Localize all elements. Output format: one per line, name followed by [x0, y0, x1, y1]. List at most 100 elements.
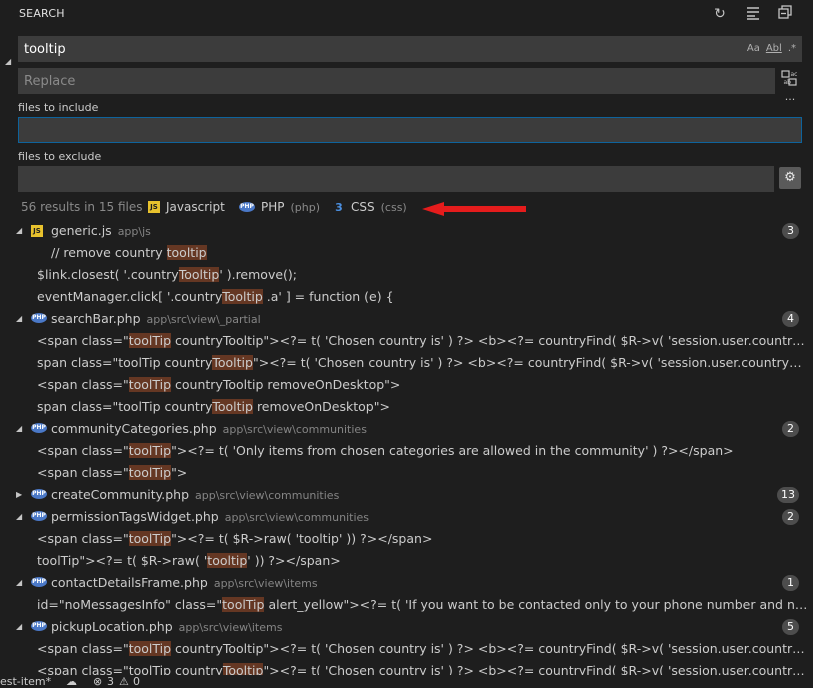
match-highlight: Tooltip	[212, 399, 253, 414]
match-text: span class="toolTip countryTooltip"><?= …	[37, 352, 808, 374]
include-input-box[interactable]	[18, 117, 802, 143]
match-highlight: Tooltip	[222, 663, 264, 675]
warning-count[interactable]: 0	[133, 675, 140, 688]
match-text: <span class="toolTip countryTooltip remo…	[37, 374, 808, 396]
warning-icon[interactable]: ⚠	[119, 675, 129, 688]
php-file-icon: PHP	[31, 489, 47, 499]
match-highlight: toolTip	[222, 597, 265, 612]
php-file-icon: PHP	[31, 511, 47, 521]
cloud-sync-icon[interactable]: ☁	[66, 675, 77, 688]
match-text: eventManager.click[ '.countryTooltip .a'…	[37, 286, 808, 308]
result-match-row[interactable]: id="noMessagesInfo" class="toolTip alert…	[0, 594, 813, 616]
match-highlight: tooltip	[166, 245, 207, 260]
result-match-row[interactable]: <span class="toolTip"><?= t( 'Only items…	[0, 440, 813, 462]
result-match-row[interactable]: span class="toolTip countryTooltip"><?= …	[0, 352, 813, 374]
lang-filter-css[interactable]: 3 CSS (css)	[333, 200, 407, 214]
file-label: pickupLocation.php app\src\view\items	[51, 616, 282, 638]
css-icon: 3	[335, 200, 343, 214]
search-input[interactable]	[18, 36, 802, 62]
files-exclude-input[interactable]	[18, 166, 774, 192]
match-highlight: toolTip	[128, 641, 172, 656]
match-suffix: ' )) ?></span>	[247, 553, 341, 568]
result-match-row[interactable]: // remove country tooltip	[0, 242, 813, 264]
file-name: createCommunity.php	[51, 487, 190, 502]
panel-title: SEARCH	[19, 7, 65, 20]
result-file-row[interactable]: ◢ PHP communityCategories.php app\src\view\…	[0, 418, 813, 440]
match-word-toggle[interactable]: Abl	[766, 41, 782, 57]
error-icon[interactable]: ⊗	[93, 675, 102, 688]
regex-toggle[interactable]: .*	[788, 41, 796, 57]
match-prefix: span class="toolTip country	[37, 355, 213, 370]
result-match-row[interactable]: eventManager.click[ '.countryTooltip .a'…	[0, 286, 813, 308]
match-count-badge: 2	[782, 509, 799, 525]
result-file-row[interactable]: ◢ PHP contactDetailsFrame.php app\src\view\…	[0, 572, 813, 594]
match-prefix: <span class="toolTip country	[37, 663, 223, 675]
result-match-row[interactable]: <span class="toolTip countryTooltip"><?=…	[0, 638, 813, 660]
match-count-badge: 2	[782, 421, 799, 437]
branch-name[interactable]: est-item*	[0, 675, 51, 688]
replace-input[interactable]	[18, 68, 775, 94]
refresh-icon[interactable]: ↻	[711, 5, 729, 23]
match-text: $link.closest( '.countryTooltip' ).remov…	[37, 264, 808, 286]
file-name: communityCategories.php	[51, 421, 217, 436]
match-highlight: toolTip	[128, 377, 172, 392]
more-options-icon[interactable]: ···	[779, 89, 801, 111]
chevron-down-icon[interactable]: ◢	[16, 572, 26, 594]
use-exclude-settings-gear-icon[interactable]: ⚙	[779, 167, 801, 189]
match-count-badge: 13	[777, 487, 799, 503]
files-include-input[interactable]	[19, 118, 801, 142]
result-match-row[interactable]: $link.closest( '.countryTooltip' ).remov…	[0, 264, 813, 286]
chevron-down-icon[interactable]: ◢	[16, 308, 26, 330]
match-case-toggle[interactable]: Aa	[747, 41, 760, 57]
chevron-right-icon[interactable]: ▶	[16, 484, 26, 506]
result-file-row[interactable]: ◢ PHP pickupLocation.php app\src\view\items…	[0, 616, 813, 638]
lang-filter-php[interactable]: PHP PHP (php)	[239, 200, 320, 214]
collapse-all-icon[interactable]	[776, 5, 794, 23]
result-match-row[interactable]: span class="toolTip countryTooltip remov…	[0, 396, 813, 418]
match-count-badge: 1	[782, 575, 799, 591]
match-suffix: countryTooltip removeOnDesktop">	[171, 377, 401, 392]
clear-results-icon[interactable]	[744, 5, 762, 23]
lang-filter-javascript[interactable]: JS Javascript	[148, 200, 225, 214]
match-count-badge: 4	[782, 311, 799, 327]
result-file-row[interactable]: ◢ JS generic.js app\js 3	[0, 220, 813, 242]
chevron-down-icon[interactable]: ◢	[16, 616, 26, 638]
match-highlight: tooltip	[207, 553, 248, 568]
result-file-row[interactable]: ◢ PHP permissionTagsWidget.php app\src\view…	[0, 506, 813, 528]
match-prefix: id="noMessagesInfo" class="	[37, 597, 223, 612]
javascript-file-icon: JS	[31, 225, 43, 237]
result-match-row[interactable]: <span class="toolTip countryTooltip"><?=…	[0, 660, 813, 675]
search-input-box[interactable]: Aa Abl .*	[18, 36, 802, 62]
match-suffix: "><?= t( 'Chosen country is' ) ?> <b><?=…	[263, 663, 808, 675]
php-file-icon: PHP	[31, 621, 47, 631]
lang-ext: (css)	[380, 200, 407, 214]
exclude-input-box[interactable]	[18, 166, 774, 192]
chevron-down-icon[interactable]: ◢	[16, 506, 26, 528]
result-file-row[interactable]: ◢ PHP searchBar.php app\src\view\_partial 4	[0, 308, 813, 330]
match-text: <span class="toolTip"><?= t( 'Only items…	[37, 440, 808, 462]
result-match-row[interactable]: toolTip"><?= t( $R->raw( 'tooltip' )) ?>…	[0, 550, 813, 572]
match-text: <span class="toolTip countryTooltip"><?=…	[37, 638, 808, 660]
match-prefix: // remove country	[51, 245, 167, 260]
result-file-row[interactable]: ▶ PHP createCommunity.php app\src\view\comm…	[0, 484, 813, 506]
chevron-down-icon[interactable]: ◢	[16, 418, 26, 440]
result-match-row[interactable]: <span class="toolTip">	[0, 462, 813, 484]
match-text: // remove country tooltip	[51, 242, 808, 264]
toggle-replace-chevron-icon[interactable]: ◢	[5, 58, 13, 66]
result-match-row[interactable]: <span class="toolTip countryTooltip"><?=…	[0, 330, 813, 352]
match-prefix: span class="toolTip country	[37, 399, 213, 414]
php-file-icon: PHP	[31, 423, 47, 433]
error-count[interactable]: 3	[107, 675, 114, 688]
replace-input-box[interactable]	[18, 68, 775, 94]
match-highlight: toolTip	[128, 465, 172, 480]
result-match-row[interactable]: <span class="toolTip"><?= t( $R->raw( 't…	[0, 528, 813, 550]
match-text: <span class="toolTip countryTooltip"><?=…	[37, 660, 808, 675]
match-suffix: countryTooltip"><?= t( 'Chosen country i…	[175, 641, 808, 656]
php-file-icon: PHP	[31, 577, 47, 587]
match-suffix: alert_yellow"><?= t( 'If you want to be …	[268, 597, 808, 612]
match-text: <span class="toolTip">	[37, 462, 808, 484]
match-prefix: <span class="	[37, 531, 129, 546]
result-match-row[interactable]: <span class="toolTip countryTooltip remo…	[0, 374, 813, 396]
chevron-down-icon[interactable]: ◢	[16, 220, 26, 242]
file-path: app\src\view\communities	[222, 423, 367, 436]
